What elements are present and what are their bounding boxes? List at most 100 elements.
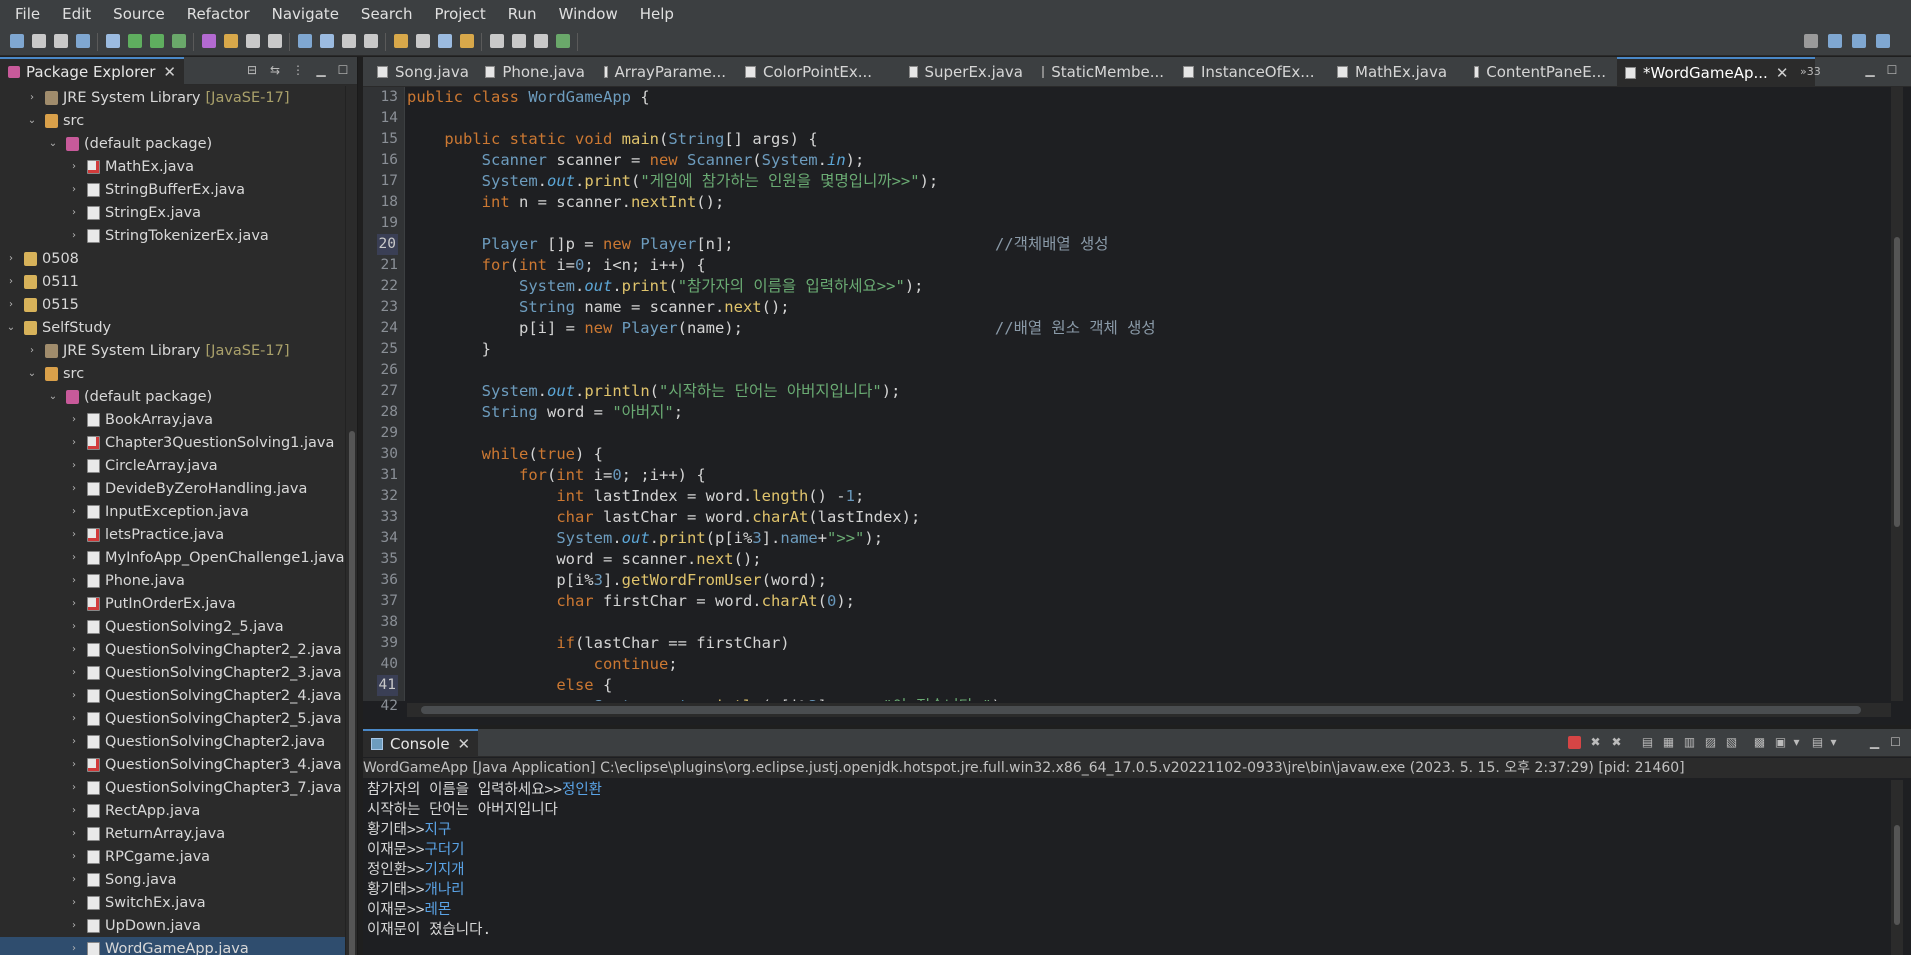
tree-item[interactable]: › 0508 [0, 247, 346, 270]
show-console-error-icon[interactable]: ▧ [1725, 736, 1738, 749]
code-line[interactable]: String word = "아버지"; [407, 402, 683, 423]
chevron-right-icon[interactable]: › [69, 414, 79, 425]
tree-item[interactable]: › SwitchEx.java [0, 891, 346, 914]
console-scrollbar[interactable] [1891, 780, 1903, 955]
word-wrap-icon[interactable]: ▥ [1683, 736, 1696, 749]
chevron-right-icon[interactable]: › [69, 667, 79, 678]
editor-tab[interactable]: *WordGameAp... ✕ [1617, 57, 1815, 87]
tree-item[interactable]: › StringBufferEx.java [0, 178, 346, 201]
tree-item[interactable]: › BookArray.java [0, 408, 346, 431]
code-line[interactable]: char firstChar = word.charAt(0); [407, 591, 855, 612]
scrollbar-thumb[interactable] [1894, 825, 1900, 925]
show-console-output-icon[interactable]: ▨ [1704, 736, 1717, 749]
chevron-right-icon[interactable]: › [69, 161, 79, 172]
debug-icon[interactable] [128, 34, 142, 48]
chevron-right-icon[interactable]: › [69, 575, 79, 586]
chevron-right-icon[interactable]: › [69, 690, 79, 701]
chevron-right-icon[interactable]: › [69, 621, 79, 632]
chevron-right-icon[interactable]: › [69, 207, 79, 218]
tree-item[interactable]: › MathEx.java [0, 155, 346, 178]
clear-console-icon[interactable]: ▤ [1641, 736, 1654, 749]
java-perspective-icon[interactable] [1852, 34, 1866, 48]
code-line[interactable]: else { [407, 675, 612, 696]
code-line[interactable]: word = scanner.next(); [407, 549, 761, 570]
tree-item[interactable]: › Song.java [0, 868, 346, 891]
search-icon[interactable] [342, 34, 356, 48]
editor-tab[interactable]: ContentPaneE... [1466, 57, 1606, 87]
code-line[interactable]: continue; [407, 654, 678, 675]
annotation-icon[interactable] [364, 34, 378, 48]
tree-item[interactable]: › JRE System Library [JavaSE-17] [0, 339, 346, 362]
previous-annotation-icon[interactable] [490, 34, 504, 48]
save-icon[interactable] [32, 34, 46, 48]
tree-item[interactable]: › DevideByZeroHandling.java [0, 477, 346, 500]
chevron-right-icon[interactable]: › [69, 851, 79, 862]
menu-search[interactable]: Search [350, 0, 424, 28]
editor-tab[interactable]: Phone.java [477, 57, 585, 87]
open-console-icon[interactable]: ▤ [1811, 736, 1824, 749]
remove-launch-icon[interactable]: ✖ [1589, 736, 1602, 749]
editor-tab[interactable]: InstanceOfEx... [1175, 57, 1317, 87]
close-icon[interactable]: ✕ [163, 63, 176, 81]
menu-edit[interactable]: Edit [51, 0, 102, 28]
maximize-icon[interactable]: ☐ [336, 63, 350, 77]
save-all-icon[interactable] [54, 34, 68, 48]
package-explorer-scrollbar[interactable] [345, 86, 357, 955]
tree-item[interactable]: › JRE System Library [JavaSE-17] [0, 86, 346, 109]
chevron-right-icon[interactable]: › [69, 920, 79, 931]
tree-item[interactable]: › Chapter3QuestionSolving1.java [0, 431, 346, 454]
tree-item[interactable]: › QuestionSolvingChapter2.java [0, 730, 346, 753]
tree-item[interactable]: › QuestionSolvingChapter3_7.java [0, 776, 346, 799]
debug-perspective-icon[interactable] [1876, 34, 1890, 48]
maximize-icon[interactable]: ☐ [1889, 736, 1902, 749]
chevron-right-icon[interactable]: › [69, 184, 79, 195]
editor-horizontal-scrollbar[interactable] [407, 703, 1891, 717]
external-tools-icon[interactable] [202, 34, 216, 48]
chevron-right-icon[interactable]: › [69, 897, 79, 908]
menu-file[interactable]: File [4, 0, 51, 28]
block-select-icon[interactable] [438, 34, 452, 48]
code-line[interactable]: p[i%3].getWordFromUser(word); [407, 570, 827, 591]
terminate-icon[interactable] [1568, 736, 1581, 749]
forward-icon[interactable] [556, 34, 570, 48]
scrollbar-thumb[interactable] [349, 431, 355, 955]
skip-breakpoints-icon[interactable] [106, 34, 120, 48]
minimize-icon[interactable]: ▁ [1868, 736, 1881, 749]
menu-window[interactable]: Window [548, 0, 629, 28]
console-tab[interactable]: Console ✕ [363, 729, 479, 757]
tree-item[interactable]: › UpDown.java [0, 914, 346, 937]
tree-item[interactable]: ⌄ src [0, 109, 346, 132]
code-line[interactable]: for(int i=0; ;i++) { [407, 465, 706, 486]
menu-help[interactable]: Help [629, 0, 685, 28]
display-selected-console-icon[interactable]: ▣ [1774, 736, 1787, 749]
code-line[interactable]: } [407, 339, 491, 360]
chevron-right-icon[interactable]: › [69, 230, 79, 241]
close-icon[interactable]: ✕ [1776, 64, 1789, 82]
chevron-down-icon[interactable]: ⌄ [48, 391, 58, 402]
tree-item[interactable]: › QuestionSolvingChapter2_5.java [0, 707, 346, 730]
code-line[interactable]: char lastChar = word.charAt(lastIndex); [407, 507, 920, 528]
scrollbar-thumb[interactable] [421, 706, 1861, 714]
tree-item[interactable]: ⌄ (default package) [0, 385, 346, 408]
code-line[interactable]: public static void main(String[] args) { [407, 129, 817, 150]
chevron-right-icon[interactable]: › [6, 276, 16, 287]
last-edit-icon[interactable] [512, 34, 526, 48]
tree-item[interactable]: › RectApp.java [0, 799, 346, 822]
editor-tab[interactable]: MathEx.java [1329, 57, 1455, 87]
terminal-icon[interactable] [76, 34, 90, 48]
new-icon[interactable] [10, 34, 24, 48]
chevron-right-icon[interactable]: › [69, 506, 79, 517]
tree-item[interactable]: › StringTokenizerEx.java [0, 224, 346, 247]
chevron-right-icon[interactable]: › [69, 874, 79, 885]
next-annotation-icon[interactable] [460, 34, 474, 48]
editor-tab[interactable]: ArrayParame... [596, 57, 726, 87]
tree-item[interactable]: › ReturnArray.java [0, 822, 346, 845]
chevron-right-icon[interactable]: › [27, 345, 37, 356]
tree-item[interactable]: › CircleArray.java [0, 454, 346, 477]
tree-item[interactable]: › PutInOrderEx.java [0, 592, 346, 615]
chevron-right-icon[interactable]: › [69, 483, 79, 494]
open-perspective-icon[interactable] [1828, 34, 1842, 48]
chevron-right-icon[interactable]: › [69, 805, 79, 816]
new-class-icon[interactable] [268, 34, 282, 48]
menu-source[interactable]: Source [102, 0, 176, 28]
